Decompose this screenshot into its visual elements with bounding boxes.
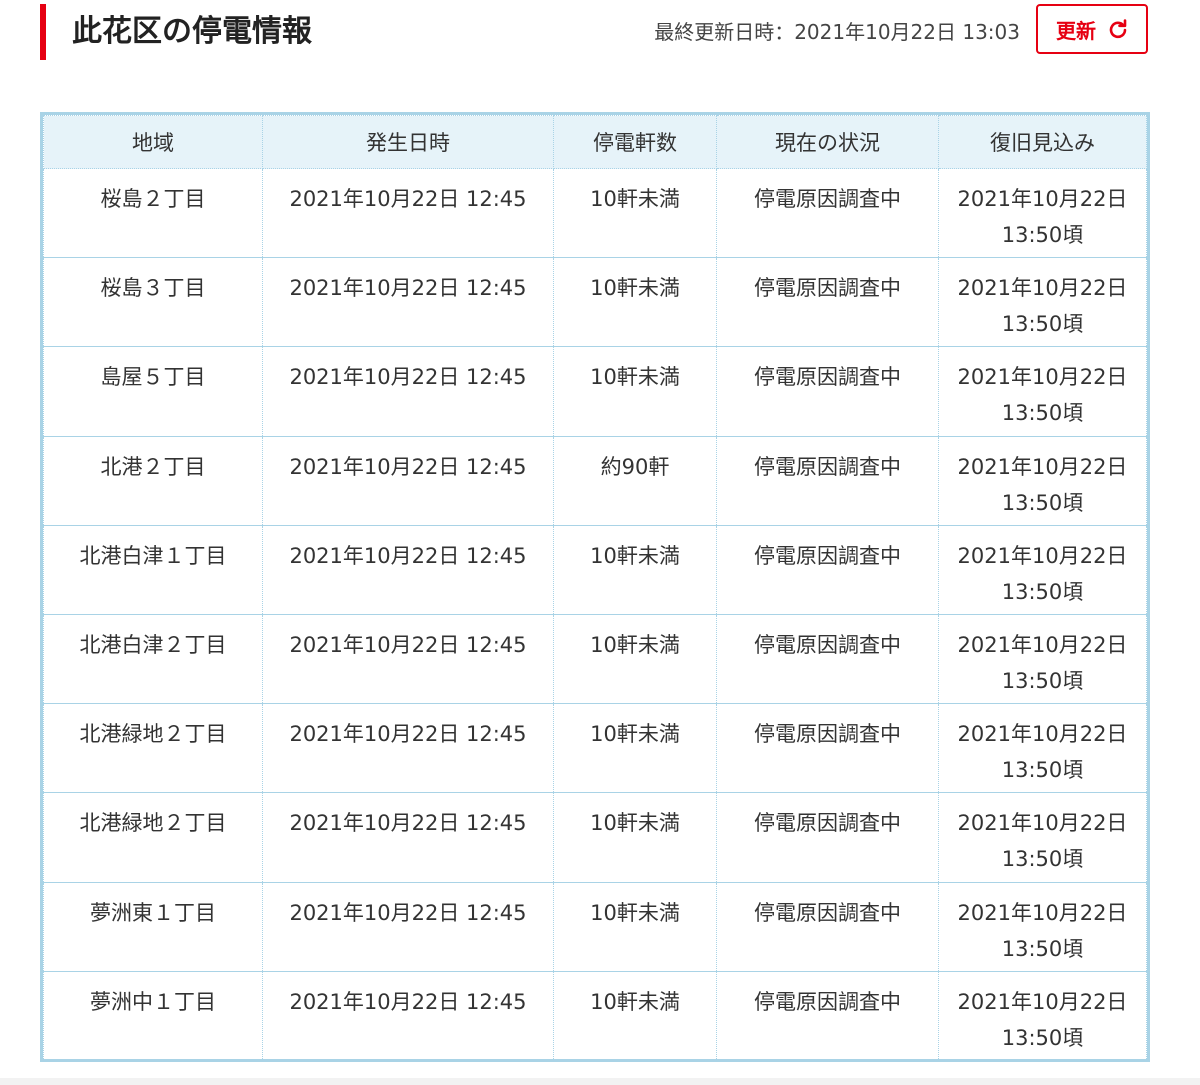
outage-table: 地域 発生日時 停電軒数 現在の状況 復旧見込み 桜島２丁目 2021年10月22… — [43, 115, 1147, 1061]
outage-table-container: 地域 発生日時 停電軒数 現在の状況 復旧見込み 桜島２丁目 2021年10月22… — [40, 112, 1150, 1062]
cell-count: 10軒未満 — [553, 167, 717, 259]
cell-occurred: 2021年10月22日 12:45 — [262, 346, 554, 437]
cell-eta: 2021年10月22日 13:50頃 — [938, 881, 1147, 972]
table-body: 桜島２丁目 2021年10月22日 12:45 10軒未満 停電原因調査中 2021年1… — [43, 167, 1147, 1061]
table-row: 夢洲東１丁目 2021年10月22日 12:45 10軒未満 停電原因調査中 2021年… — [43, 881, 1147, 972]
table-row: 北港２丁目 2021年10月22日 12:45 約90軒 停電原因調査中 2021年10… — [43, 435, 1147, 526]
cell-eta: 2021年10月22日 13:50頃 — [938, 703, 1147, 794]
table-row: 北港白津２丁目 2021年10月22日 12:45 10軒未満 停電原因調査中 2021… — [43, 613, 1147, 705]
cell-occurred: 2021年10月22日 12:45 — [262, 970, 554, 1061]
eta-date: 2021年10月22日 — [957, 632, 1128, 657]
cell-eta: 2021年10月22日 13:50頃 — [938, 524, 1147, 615]
cell-count: 10軒未満 — [553, 970, 717, 1061]
table-row: 北港白津１丁目 2021年10月22日 12:45 10軒未満 停電原因調査中 2021… — [43, 524, 1147, 615]
eta-date: 2021年10月22日 — [957, 989, 1128, 1014]
eta-date: 2021年10月22日 — [957, 543, 1128, 568]
cell-occurred: 2021年10月22日 12:45 — [262, 167, 554, 259]
table-row: 北港緑地２丁目 2021年10月22日 12:45 10軒未満 停電原因調査中 2021… — [43, 792, 1147, 883]
cell-count: 10軒未満 — [553, 524, 717, 615]
cell-status: 停電原因調査中 — [716, 524, 939, 615]
eta-time: 13:50頃 — [1001, 936, 1084, 961]
cell-count: 10軒未満 — [553, 881, 717, 972]
cell-status: 停電原因調査中 — [716, 346, 939, 437]
bottom-divider — [0, 1078, 1200, 1085]
cell-status: 停電原因調査中 — [716, 881, 939, 972]
cell-count: 10軒未満 — [553, 613, 717, 705]
cell-status: 停電原因調査中 — [716, 970, 939, 1061]
cell-area: 北港緑地２丁目 — [43, 703, 263, 794]
cell-occurred: 2021年10月22日 12:45 — [262, 613, 554, 705]
cell-occurred: 2021年10月22日 12:45 — [262, 703, 554, 794]
cell-eta: 2021年10月22日 13:50頃 — [938, 435, 1147, 526]
table-row: 北港緑地２丁目 2021年10月22日 12:45 10軒未満 停電原因調査中 2021… — [43, 703, 1147, 794]
cell-status: 停電原因調査中 — [716, 613, 939, 705]
cell-count: 10軒未満 — [553, 257, 717, 348]
cell-eta: 2021年10月22日 13:50頃 — [938, 167, 1147, 259]
cell-status: 停電原因調査中 — [716, 703, 939, 794]
cell-occurred: 2021年10月22日 12:45 — [262, 792, 554, 883]
eta-date: 2021年10月22日 — [957, 722, 1128, 747]
cell-eta: 2021年10月22日 13:50頃 — [938, 257, 1147, 348]
cell-eta: 2021年10月22日 13:50頃 — [938, 613, 1147, 705]
column-header-count: 停電軒数 — [553, 115, 717, 169]
eta-time: 13:50頃 — [1001, 847, 1084, 872]
cell-occurred: 2021年10月22日 12:45 — [262, 257, 554, 348]
cell-area: 桜島２丁目 — [43, 167, 263, 259]
cell-status: 停電原因調査中 — [716, 435, 939, 526]
eta-time: 13:50頃 — [1001, 758, 1084, 783]
column-header-occurred: 発生日時 — [262, 115, 554, 169]
cell-status: 停電原因調査中 — [716, 167, 939, 259]
eta-date: 2021年10月22日 — [957, 365, 1128, 390]
cell-occurred: 2021年10月22日 12:45 — [262, 881, 554, 972]
refresh-icon — [1108, 19, 1128, 39]
cell-status: 停電原因調査中 — [716, 792, 939, 883]
table-row: 桜島２丁目 2021年10月22日 12:45 10軒未満 停電原因調査中 2021年1… — [43, 167, 1147, 259]
table-header-row: 地域 発生日時 停電軒数 現在の状況 復旧見込み — [43, 115, 1147, 169]
cell-count: 10軒未満 — [553, 792, 717, 883]
eta-time: 13:50頃 — [1001, 401, 1084, 426]
refresh-button[interactable]: 更新 — [1036, 4, 1148, 54]
column-header-eta: 復旧見込み — [938, 115, 1147, 169]
cell-area: 島屋５丁目 — [43, 346, 263, 437]
last-updated-text: 最終更新日時：2021年10月22日 13:03 — [654, 20, 1020, 44]
cell-count: 10軒未満 — [553, 703, 717, 794]
cell-area: 夢洲中１丁目 — [43, 970, 263, 1061]
eta-time: 13:50頃 — [1001, 490, 1084, 515]
eta-date: 2021年10月22日 — [957, 187, 1128, 211]
cell-area: 北港白津２丁目 — [43, 613, 263, 705]
cell-status: 停電原因調査中 — [716, 257, 939, 348]
cell-eta: 2021年10月22日 13:50頃 — [938, 346, 1147, 437]
title-accent-bar — [40, 4, 46, 60]
cell-count: 10軒未満 — [553, 346, 717, 437]
cell-eta: 2021年10月22日 13:50頃 — [938, 970, 1147, 1061]
cell-area: 桜島３丁目 — [43, 257, 263, 348]
table-row: 島屋５丁目 2021年10月22日 12:45 10軒未満 停電原因調査中 2021年1… — [43, 346, 1147, 437]
eta-date: 2021年10月22日 — [957, 811, 1128, 836]
eta-date: 2021年10月22日 — [957, 276, 1128, 301]
column-header-status: 現在の状況 — [716, 115, 939, 169]
cell-area: 夢洲東１丁目 — [43, 881, 263, 972]
eta-time: 13:50頃 — [1001, 1025, 1084, 1050]
eta-time: 13:50頃 — [1001, 312, 1084, 337]
cell-occurred: 2021年10月22日 12:45 — [262, 435, 554, 526]
cell-area: 北港緑地２丁目 — [43, 792, 263, 883]
eta-date: 2021年10月22日 — [957, 454, 1128, 479]
page-header: 此花区の停電情報 最終更新日時：2021年10月22日 13:03 更新 — [0, 0, 1200, 80]
cell-count: 約90軒 — [553, 435, 717, 526]
cell-area: 北港２丁目 — [43, 435, 263, 526]
table-row: 桜島３丁目 2021年10月22日 12:45 10軒未満 停電原因調査中 2021年1… — [43, 257, 1147, 348]
eta-time: 13:50頃 — [1001, 223, 1084, 247]
eta-time: 13:50頃 — [1001, 668, 1084, 693]
refresh-button-label: 更新 — [1056, 18, 1096, 43]
cell-occurred: 2021年10月22日 12:45 — [262, 524, 554, 615]
cell-area: 北港白津１丁目 — [43, 524, 263, 615]
page-title: 此花区の停電情報 — [72, 14, 312, 49]
table-row: 夢洲中１丁目 2021年10月22日 12:45 10軒未満 停電原因調査中 2021年… — [43, 970, 1147, 1061]
eta-date: 2021年10月22日 — [957, 900, 1128, 925]
eta-time: 13:50頃 — [1001, 579, 1084, 604]
cell-eta: 2021年10月22日 13:50頃 — [938, 792, 1147, 883]
column-header-area: 地域 — [43, 115, 263, 169]
